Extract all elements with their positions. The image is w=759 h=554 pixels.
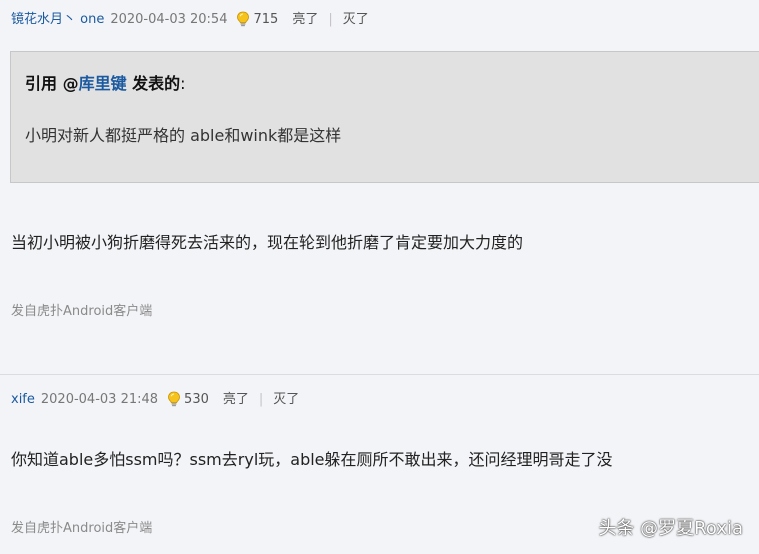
post-source: 发自虎扑Android客户端 [11, 521, 153, 536]
dark-button[interactable]: 灭了 [273, 390, 299, 410]
watermark: 头条 @罗夏Roxia [598, 518, 743, 539]
post-meta: xife 2020-04-03 21:48 530 亮了 | 灭了 [11, 390, 299, 410]
post-content: 当初小明被小狗折磨得死去活来的，现在轮到他折磨了肯定要加大力度的 [11, 233, 524, 252]
post-time: 2020-04-03 21:48 [40, 392, 159, 407]
quote-block: 引用 @库里键 发表的: 小明对新人都挺严格的 able和wink都是这样 [10, 51, 759, 183]
quote-user-link[interactable]: 库里键 [79, 74, 127, 93]
dark-button[interactable]: 灭了 [343, 10, 369, 30]
post-source: 发自虎扑Android客户端 [11, 304, 153, 319]
light-count: 530 [184, 392, 209, 407]
action-separator: | [258, 392, 264, 407]
post-divider [0, 374, 759, 375]
lightbulb-icon [236, 11, 250, 27]
light-button[interactable]: 亮了 [292, 10, 318, 30]
light-count: 715 [253, 12, 279, 27]
quote-prefix: 引用 @ [25, 74, 79, 93]
quote-colon: : [180, 74, 186, 93]
action-separator: | [328, 12, 333, 27]
quote-text: 小明对新人都挺严格的 able和wink都是这样 [25, 126, 342, 145]
post-time: 2020-04-03 20:54 [110, 12, 228, 27]
post-content: 你知道able多怕ssm吗？ssm去ryl玩，able躲在厕所不敢出来，还问经理… [11, 450, 613, 469]
username-link[interactable]: xife [11, 390, 35, 410]
quote-suffix: 发表的 [126, 74, 181, 93]
lightbulb-icon [167, 391, 181, 407]
post-meta: 镜花水月丶 one 2020-04-03 20:54 715 亮了 | 灭了 [11, 10, 369, 30]
username-link[interactable]: 镜花水月丶 one [11, 10, 104, 30]
light-button[interactable]: 亮了 [223, 390, 249, 410]
quote-header: 引用 @库里键 发表的: [25, 70, 186, 94]
